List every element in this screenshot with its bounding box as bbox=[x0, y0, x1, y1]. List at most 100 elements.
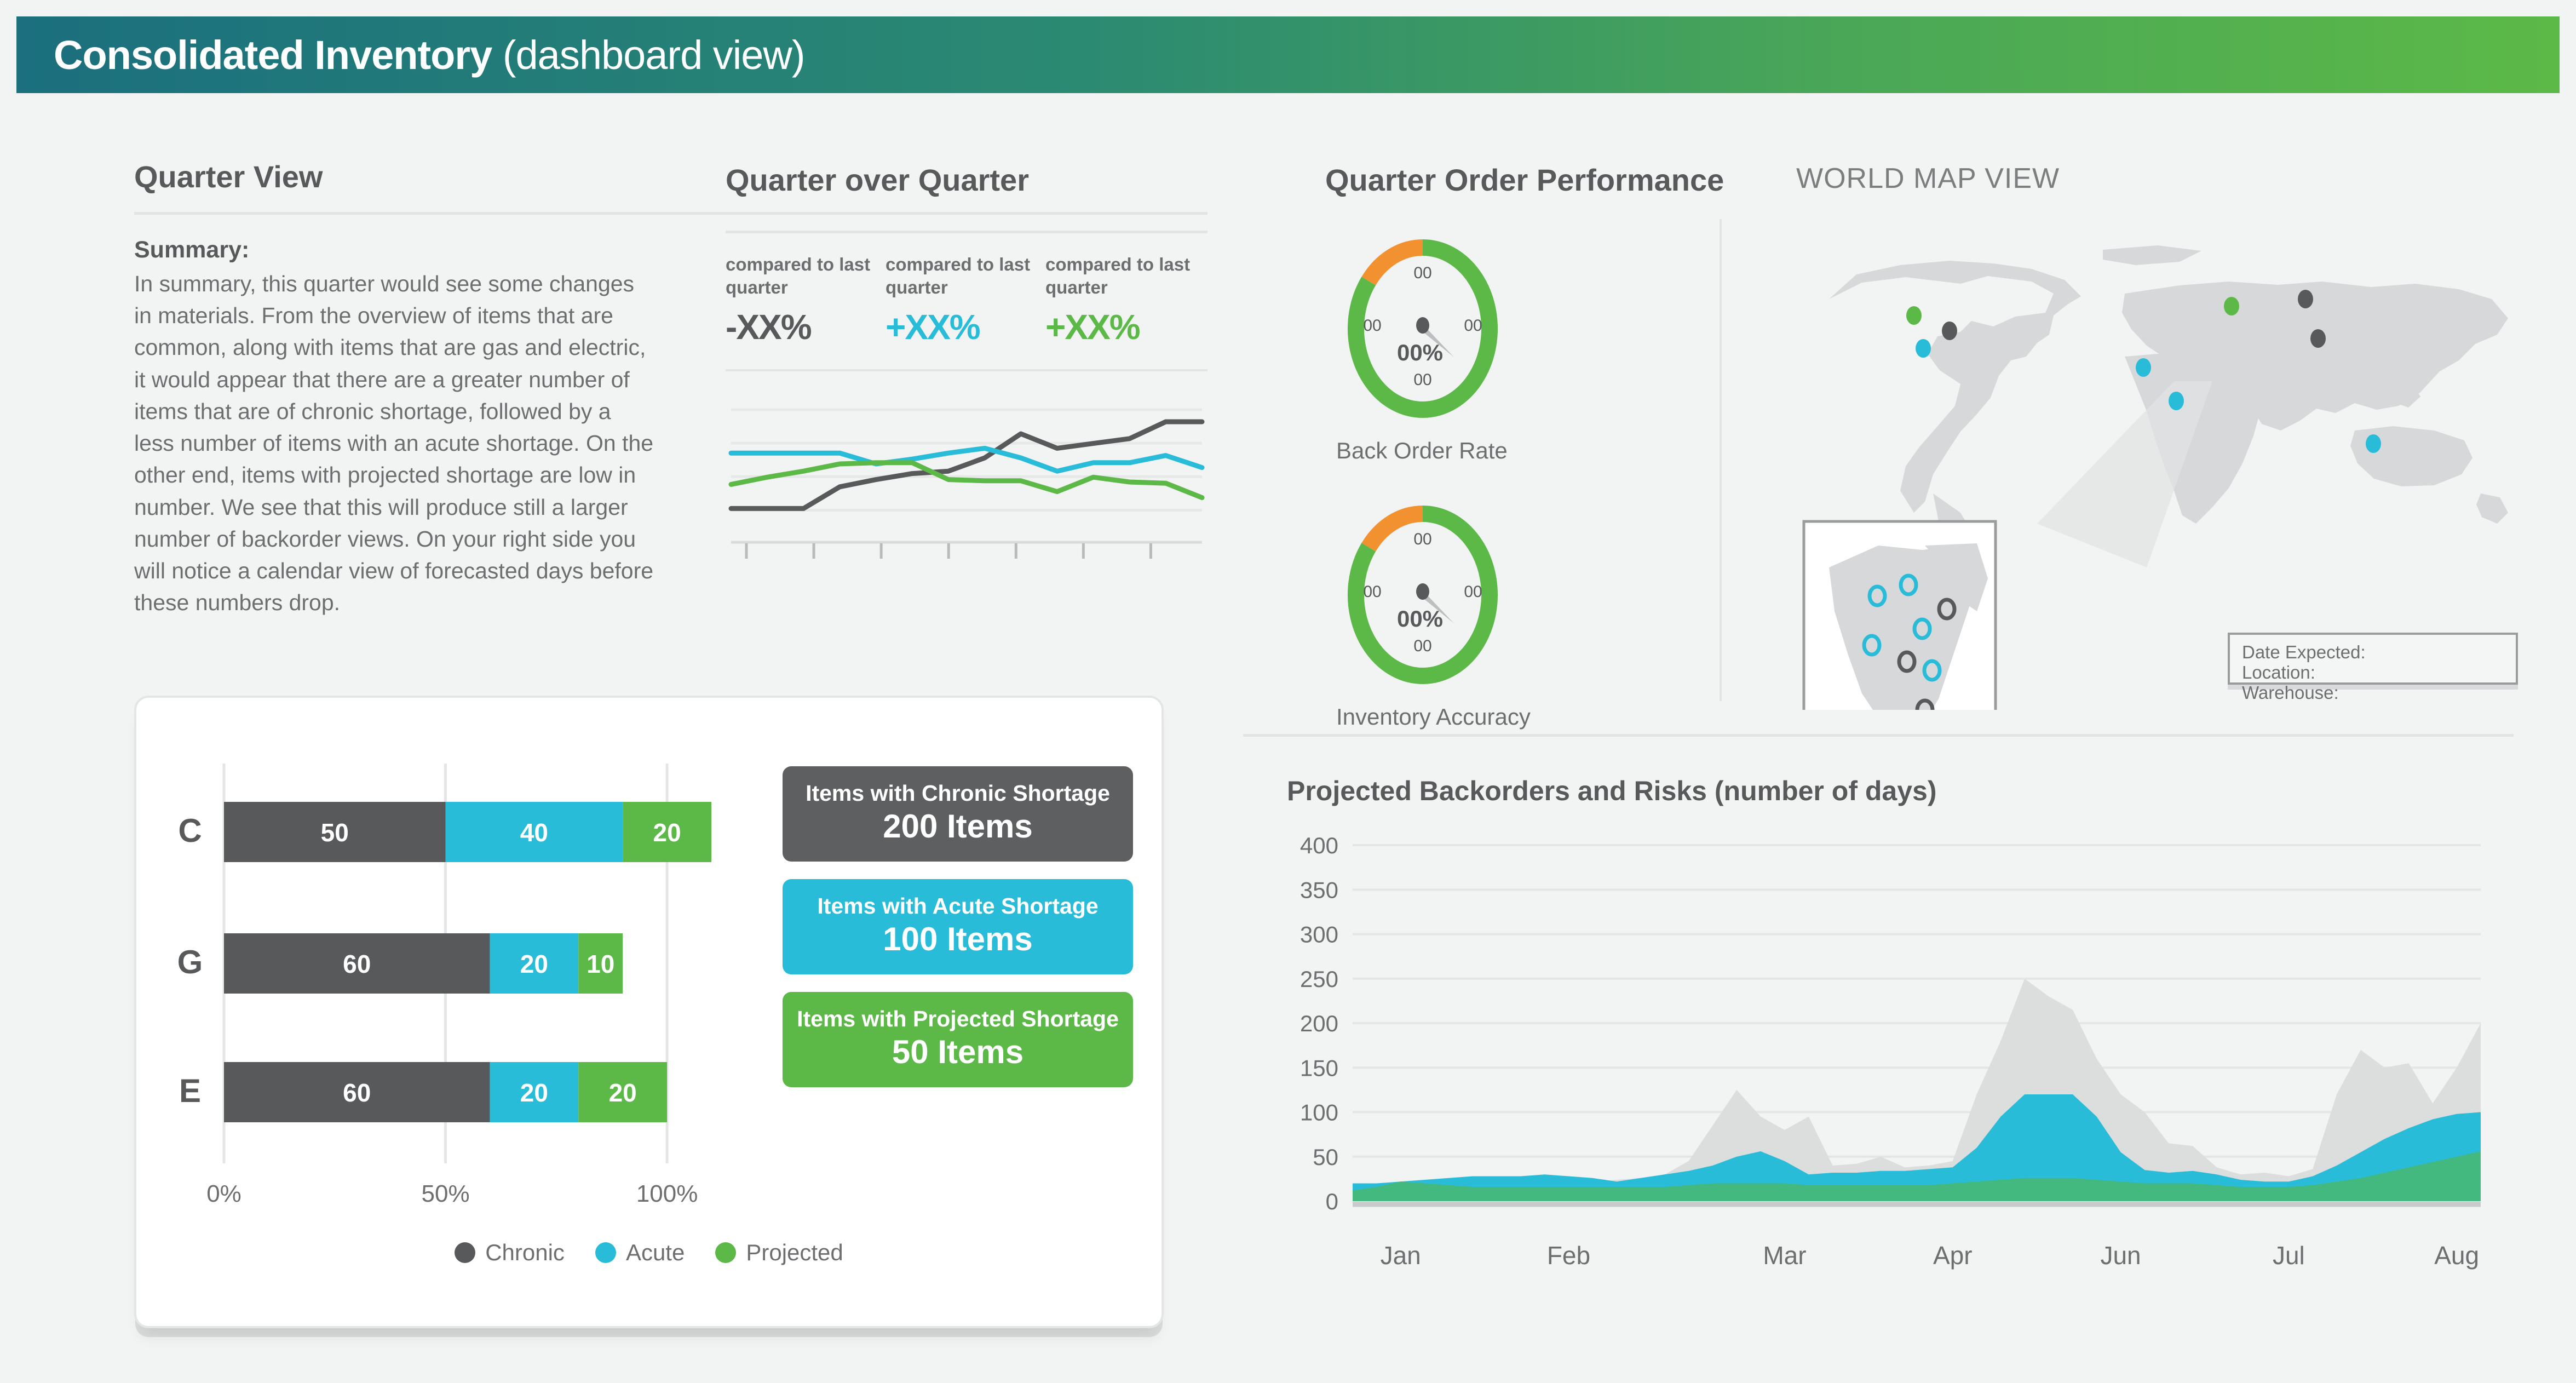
summary-body: In summary, this quarter would see some … bbox=[134, 271, 654, 616]
svg-text:60: 60 bbox=[343, 950, 371, 978]
dashboard-header: Consolidated Inventory (dashboard view) bbox=[16, 16, 2560, 93]
info-location: Location: bbox=[2242, 662, 2315, 682]
shortage-breakdown-card: C 50 40 20 G 60 20 10 E 60 20 20 0% 50% 100% Items wit… bbox=[134, 696, 1164, 1328]
quarter-order-performance-panel: Quarter Order Performance 00 00 00 00 00% Ba… bbox=[1325, 162, 1763, 730]
svg-text:G: G bbox=[177, 944, 203, 980]
card-projected-shortage[interactable]: Items with Projected Shortage 50 Items bbox=[783, 992, 1133, 1087]
kpi-divider bbox=[726, 369, 1208, 372]
svg-text:Aug: Aug bbox=[2434, 1241, 2479, 1270]
svg-text:200: 200 bbox=[1300, 1011, 1338, 1036]
legend-item-chronic: Chronic bbox=[455, 1239, 565, 1266]
card-value: 50 Items bbox=[892, 1034, 1024, 1070]
world-map-title: WORLD MAP VIEW bbox=[1796, 163, 2060, 194]
svg-text:Jun: Jun bbox=[2100, 1241, 2141, 1270]
card-title: Items with Acute Shortage bbox=[817, 893, 1099, 919]
svg-text:Jan: Jan bbox=[1381, 1241, 1421, 1270]
backorders-panel: Projected Backorders and Risks (number o… bbox=[1287, 775, 2525, 1286]
svg-text:350: 350 bbox=[1300, 877, 1338, 903]
quarter-order-performance-title: Quarter Order Performance bbox=[1325, 163, 1724, 197]
svg-text:20: 20 bbox=[653, 818, 681, 847]
legend-item-acute: Acute bbox=[595, 1239, 685, 1266]
svg-text:Feb: Feb bbox=[1547, 1241, 1590, 1270]
kpi-projected: compared to last quarter +XX% bbox=[1045, 253, 1205, 347]
summary-heading: Summary: bbox=[134, 237, 250, 263]
svg-text:00: 00 bbox=[1413, 530, 1431, 548]
legend-item-projected: Projected bbox=[715, 1239, 843, 1266]
kpi-label: compared to last quarter bbox=[726, 254, 871, 298]
svg-text:50: 50 bbox=[321, 818, 349, 847]
svg-text:20: 20 bbox=[609, 1078, 637, 1107]
card-value: 100 Items bbox=[883, 921, 1033, 957]
gauge-label: Inventory Accuracy bbox=[1336, 704, 1531, 730]
svg-text:00: 00 bbox=[1413, 264, 1431, 282]
info-date-expected: Date Expected: bbox=[2242, 642, 2366, 662]
info-warehouse: Warehouse: bbox=[2242, 682, 2339, 703]
quarter-view-title: Quarter View bbox=[134, 159, 323, 194]
svg-text:100%: 100% bbox=[636, 1180, 698, 1207]
svg-text:10: 10 bbox=[586, 950, 614, 978]
svg-text:40: 40 bbox=[520, 818, 548, 847]
quarter-trend-sparkline bbox=[728, 408, 1205, 565]
svg-text:0: 0 bbox=[1326, 1189, 1338, 1214]
legend-label: Acute bbox=[625, 1239, 685, 1265]
kpi-row: compared to last quarter -XX% compared t… bbox=[726, 253, 1208, 347]
quarter-over-quarter-panel: Quarter over Quarter compared to last qu… bbox=[726, 162, 1208, 565]
svg-text:20: 20 bbox=[520, 950, 548, 978]
svg-text:00: 00 bbox=[1464, 317, 1482, 335]
kpi-value: +XX% bbox=[1045, 307, 1141, 347]
card-acute-shortage[interactable]: Items with Acute Shortage 100 Items bbox=[783, 879, 1133, 974]
kpi-value: +XX% bbox=[886, 307, 981, 347]
gauge-back-order-rate: 00 00 00 00 00% Back Order Rate bbox=[1325, 233, 1763, 464]
svg-text:Apr: Apr bbox=[1933, 1241, 1973, 1270]
card-value: 200 Items bbox=[883, 808, 1033, 845]
svg-text:00%: 00% bbox=[1397, 340, 1443, 365]
svg-text:400: 400 bbox=[1300, 833, 1338, 858]
card-title: Items with Projected Shortage bbox=[797, 1006, 1119, 1031]
section-vertical-divider bbox=[1720, 219, 1722, 701]
kpi-label: compared to last quarter bbox=[1045, 254, 1191, 298]
svg-text:00: 00 bbox=[1413, 637, 1431, 655]
svg-text:Jul: Jul bbox=[2273, 1241, 2305, 1270]
quarter-view-panel: Quarter View Summary: In summary, this q… bbox=[134, 159, 1208, 618]
legend-dot-icon bbox=[455, 1242, 476, 1263]
svg-text:50%: 50% bbox=[422, 1180, 470, 1207]
legend-label: Projected bbox=[746, 1239, 843, 1265]
gauge-dial: 00 00 00 00 00% bbox=[1348, 506, 1498, 684]
legend-dot-icon bbox=[715, 1242, 737, 1263]
kpi-value: -XX% bbox=[726, 307, 812, 347]
shortage-stacked-bar-chart: C 50 40 20 G 60 20 10 E 60 20 20 0% 50% 100% bbox=[177, 764, 711, 1207]
page-title-light: (dashboard view) bbox=[492, 32, 806, 78]
backorders-title: Projected Backorders and Risks (number o… bbox=[1287, 776, 1937, 806]
quarter-over-quarter-title: Quarter over Quarter bbox=[726, 163, 1029, 197]
shortage-kpi-cards: Items with Chronic Shortage 200 Items It… bbox=[783, 766, 1133, 1105]
kpi-acute: compared to last quarter +XX% bbox=[886, 253, 1045, 347]
legend-label: Chronic bbox=[485, 1239, 565, 1265]
shortage-legend: Chronic Acute Projected bbox=[136, 1239, 1162, 1266]
kpi-label: compared to last quarter bbox=[886, 254, 1031, 298]
svg-text:0%: 0% bbox=[206, 1180, 242, 1207]
page-title: Consolidated Inventory (dashboard view) bbox=[54, 32, 806, 78]
svg-text:100: 100 bbox=[1300, 1100, 1338, 1126]
world-map-panel: WORLD MAP VIEW bbox=[1796, 162, 2541, 753]
svg-text:Mar: Mar bbox=[1763, 1241, 1806, 1270]
backorders-area-chart: 0 50 100 150 200 250 300 350 400 Jan Feb Mar Apr Jun J… bbox=[1300, 833, 2481, 1270]
svg-text:00%: 00% bbox=[1397, 606, 1443, 632]
svg-text:00: 00 bbox=[1413, 371, 1431, 389]
svg-text:C: C bbox=[178, 812, 202, 849]
qoq-divider bbox=[726, 231, 1208, 233]
svg-text:00: 00 bbox=[1363, 583, 1381, 601]
card-chronic-shortage[interactable]: Items with Chronic Shortage 200 Items bbox=[783, 766, 1133, 862]
legend-dot-icon bbox=[595, 1242, 616, 1263]
kpi-chronic: compared to last quarter -XX% bbox=[726, 253, 886, 347]
card-title: Items with Chronic Shortage bbox=[806, 781, 1110, 806]
svg-text:20: 20 bbox=[520, 1078, 548, 1107]
page-title-bold: Consolidated Inventory bbox=[54, 32, 492, 78]
backorders-section-divider bbox=[1243, 734, 2514, 737]
svg-text:60: 60 bbox=[343, 1078, 371, 1107]
gauge-label: Back Order Rate bbox=[1336, 438, 1508, 463]
map-info-box: Date Expected: Location: Warehouse: bbox=[2228, 633, 2518, 703]
svg-text:00: 00 bbox=[1363, 317, 1381, 335]
gauge-inventory-accuracy: 00 00 00 00 00% Inventory Accuracy bbox=[1325, 499, 1763, 730]
svg-text:50: 50 bbox=[1313, 1144, 1338, 1170]
svg-text:E: E bbox=[179, 1072, 201, 1109]
